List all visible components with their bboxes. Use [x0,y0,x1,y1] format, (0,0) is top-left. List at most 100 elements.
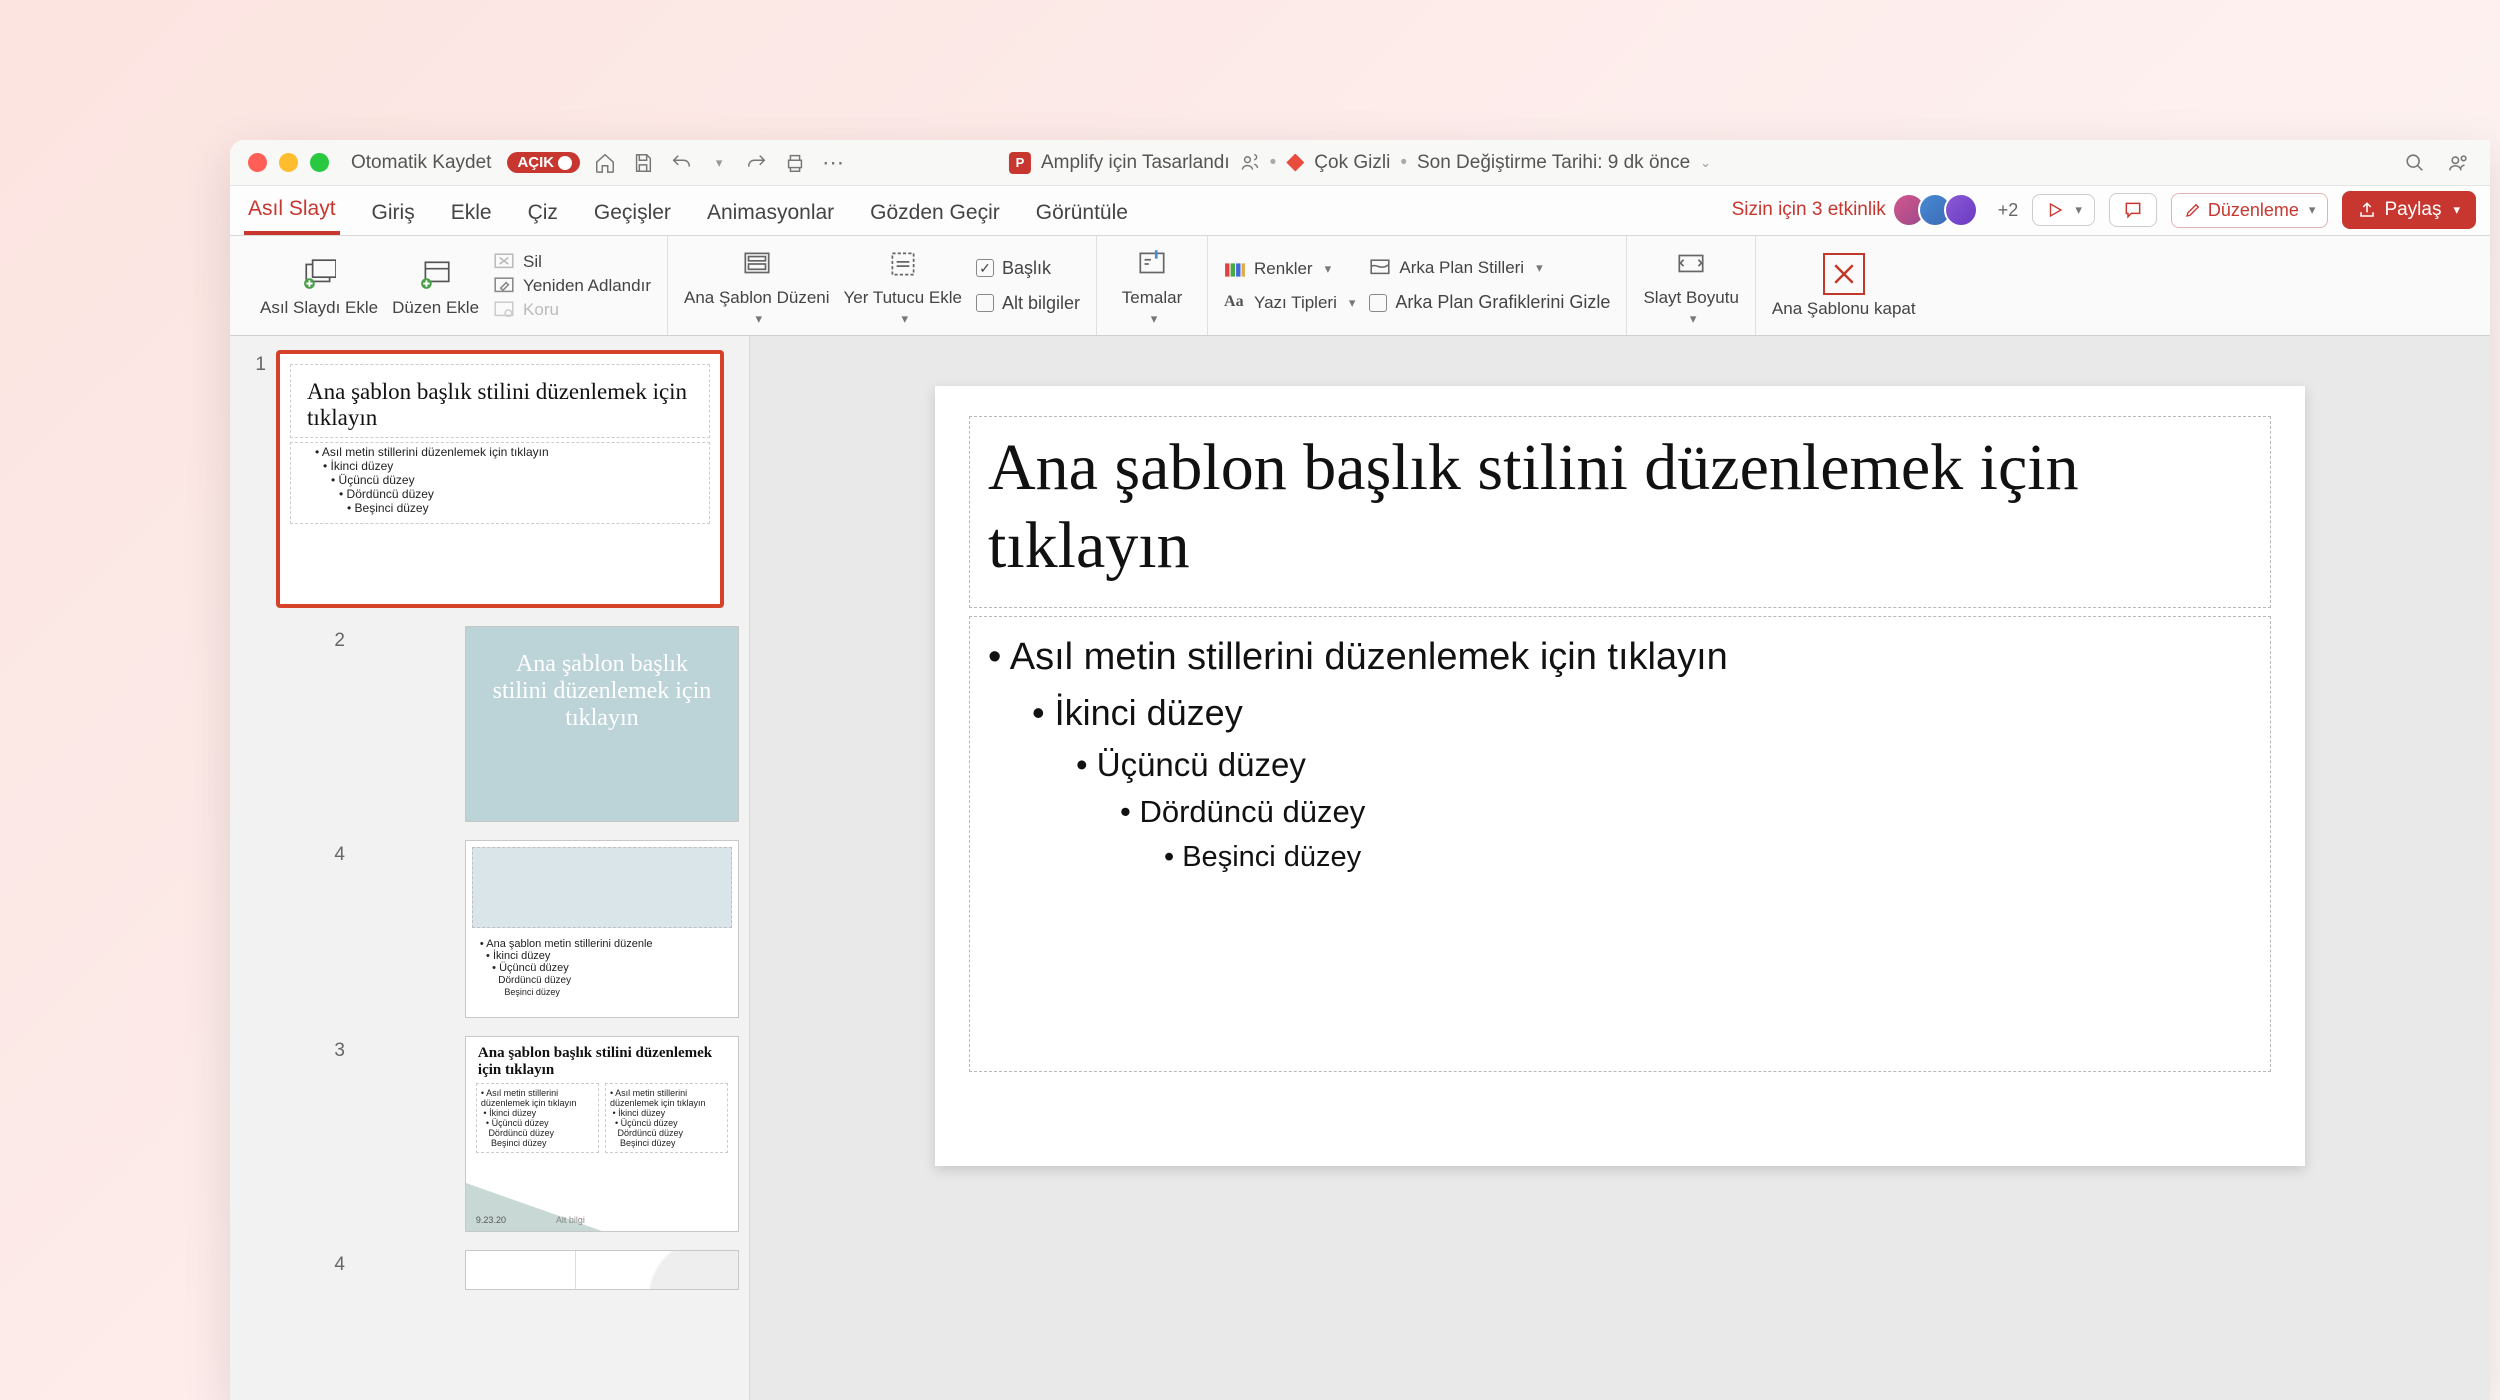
layout-thumbnail[interactable]: Ana şablon başlık stilini düzenlemek içi… [465,626,739,822]
checkbox-checked-icon: ✓ [976,259,994,277]
footers-checkbox[interactable]: Alt bilgiler [976,293,1080,314]
avatar[interactable] [1944,193,1978,227]
tab-view[interactable]: Görüntüle [1032,191,1132,235]
layout-thumbnail[interactable]: • Ana şablon metin stillerini düzenle • … [465,840,739,1018]
activity-link[interactable]: Sizin için 3 etkinlik [1732,199,1886,221]
maximize-window-button[interactable] [310,153,329,172]
chevron-down-icon: ▾ [1325,261,1332,277]
undo-dropdown-icon[interactable]: ▾ [706,150,732,176]
thumbnail-number: 4 [324,1250,345,1276]
slide-size-label: Slayt Boyutu [1643,288,1738,308]
sensitivity-label[interactable]: Çok Gizli [1314,152,1390,174]
preserve-button[interactable]: Koru [493,300,651,320]
ribbon-group-close: Ana Şablonu kapat [1756,236,1932,335]
undo-icon[interactable] [668,150,694,176]
thumbnail-date: 9.23.20 [476,1215,506,1225]
slide-size-button[interactable]: Slayt Boyutu ▾ [1643,244,1738,326]
rename-icon [493,276,515,296]
present-button[interactable]: ▾ [2032,194,2095,226]
autosave-toggle[interactable]: AÇIK [507,152,580,173]
document-name[interactable]: Amplify için Tasarlandı [1041,152,1230,174]
slide-thumbnail-pane[interactable]: 1 Ana şablon başlık stilini düzenlemek i… [230,336,750,1400]
minimize-window-button[interactable] [279,153,298,172]
insert-placeholder-label: Yer Tutucu Ekle [844,288,962,308]
pencil-icon [2184,201,2202,219]
chevron-down-icon: ▾ [2309,202,2316,218]
close-master-view-button[interactable]: Ana Şablonu kapat [1772,253,1916,319]
redo-icon[interactable] [744,150,770,176]
title-checkbox[interactable]: ✓Başlık [976,258,1080,279]
insert-slide-master-button[interactable]: Asıl Slaydı Ekle [260,254,378,318]
layout-thumbnail[interactable]: Ana şablon başlık stilini düzenlemek içi… [465,1036,739,1232]
ribbon-group-master-layout: Ana Şablon Düzeni ▾ Yer Tutucu Ekle▾ ✓Baş… [668,236,1097,335]
slide-canvas-pane[interactable]: Ana şablon başlık stilini düzenlemek içi… [750,336,2490,1400]
delete-button[interactable]: Sil [493,252,651,272]
separator-dot: • [1270,152,1277,174]
ribbon-bg-col2: Arka Plan Stilleri▾ Arka Plan Grafikleri… [1369,258,1610,313]
ribbon-edit-list: Sil Yeniden Adlandır Koru [493,252,651,320]
colors-button[interactable]: Renkler▾ [1224,259,1355,279]
share-arrow-icon [2358,201,2376,219]
slide-body-text: Asıl metin stillerini düzenlemek için tı… [988,629,2252,1060]
editing-mode-button[interactable]: Düzenleme▾ [2171,193,2329,228]
body-placeholder[interactable]: Asıl metin stillerini düzenlemek için tı… [969,616,2271,1073]
slide-size-icon [1671,244,1711,284]
slide-canvas[interactable]: Ana şablon başlık stilini düzenlemek içi… [935,386,2305,1166]
layout-thumbnail[interactable] [465,1250,739,1290]
tab-draw[interactable]: Çiz [524,191,562,235]
ribbon-group-background: Renkler▾ AaYazı Tipleri▾ Arka Plan Still… [1208,236,1627,335]
tab-animations[interactable]: Animasyonlar [703,191,838,235]
rename-button[interactable]: Yeniden Adlandır [493,276,651,296]
chevron-down-icon: ▾ [1536,260,1543,276]
powerpoint-app-icon: P [1009,152,1031,174]
thumbnail-decoration [575,1251,738,1289]
insert-layout-icon [416,254,456,294]
chevron-down-icon: ▾ [755,312,762,327]
document-title-area: P Amplify için Tasarlandı • Çok Gizli • … [1009,152,1711,174]
title-placeholder[interactable]: Ana şablon başlık stilini düzenlemek içi… [969,416,2271,608]
tab-review[interactable]: Gözden Geçir [866,191,1004,235]
checkbox-icon [976,294,994,312]
chevron-down-icon: ▾ [2453,202,2460,218]
more-icon[interactable]: ⋯ [820,150,846,176]
preserve-icon [493,300,515,320]
close-window-button[interactable] [248,153,267,172]
thumbnail-number: 2 [324,626,345,652]
thumbnail-title: Ana şablon başlık stilini düzenlemek içi… [466,1037,738,1083]
master-layout-label: Ana Şablon Düzeni [684,288,830,308]
last-modified-label[interactable]: Son Değiştirme Tarihi: 9 dk önce [1417,152,1690,174]
tab-slide-master[interactable]: Asıl Slayt [244,187,340,235]
master-slide-thumbnail[interactable]: Ana şablon başlık stilini düzenlemek içi… [276,350,724,608]
presence-avatars[interactable] [1900,193,1978,227]
tab-home[interactable]: Giriş [368,191,419,235]
home-icon[interactable] [592,150,618,176]
tab-transitions[interactable]: Geçişler [590,191,675,235]
fonts-button[interactable]: AaYazı Tipleri▾ [1224,293,1355,313]
ribbon: Asıl Slaydı Ekle Düzen Ekle Sil Yeniden … [230,236,2490,336]
autosave-label: Otomatik Kaydet [351,152,491,174]
sensitivity-icon [1286,154,1304,172]
comments-button[interactable] [2109,193,2157,227]
thumbnail-body: • Ana şablon metin stillerini düzenle • … [466,934,738,1002]
people-icon[interactable] [1240,153,1260,173]
insert-layout-button[interactable]: Düzen Ekle [392,254,479,318]
print-icon[interactable] [782,150,808,176]
avatar-overflow-count[interactable]: +2 [1998,200,2019,221]
share-people-icon[interactable] [2446,150,2472,176]
master-layout-button[interactable]: Ana Şablon Düzeni ▾ [684,244,830,326]
save-icon[interactable] [630,150,656,176]
hide-bg-graphics-checkbox[interactable]: Arka Plan Grafiklerini Gizle [1369,292,1610,313]
chevron-down-icon[interactable]: ⌄ [1700,155,1711,171]
titlebar-right [2402,150,2472,176]
insert-placeholder-button[interactable]: Yer Tutucu Ekle▾ [844,244,962,326]
editor-area: 1 Ana şablon başlık stilini düzenlemek i… [230,336,2490,1400]
share-button[interactable]: Paylaş▾ [2342,191,2476,229]
themes-button[interactable]: Temalar▾ [1113,244,1191,326]
thumbnail-footer: Alt bilgi [556,1215,585,1225]
checkbox-icon [1369,294,1387,312]
insert-master-icon [299,254,339,294]
search-icon[interactable] [2402,150,2428,176]
chevron-down-icon: ▾ [1690,312,1697,327]
background-styles-button[interactable]: Arka Plan Stilleri▾ [1369,258,1610,278]
tab-insert[interactable]: Ekle [447,191,496,235]
